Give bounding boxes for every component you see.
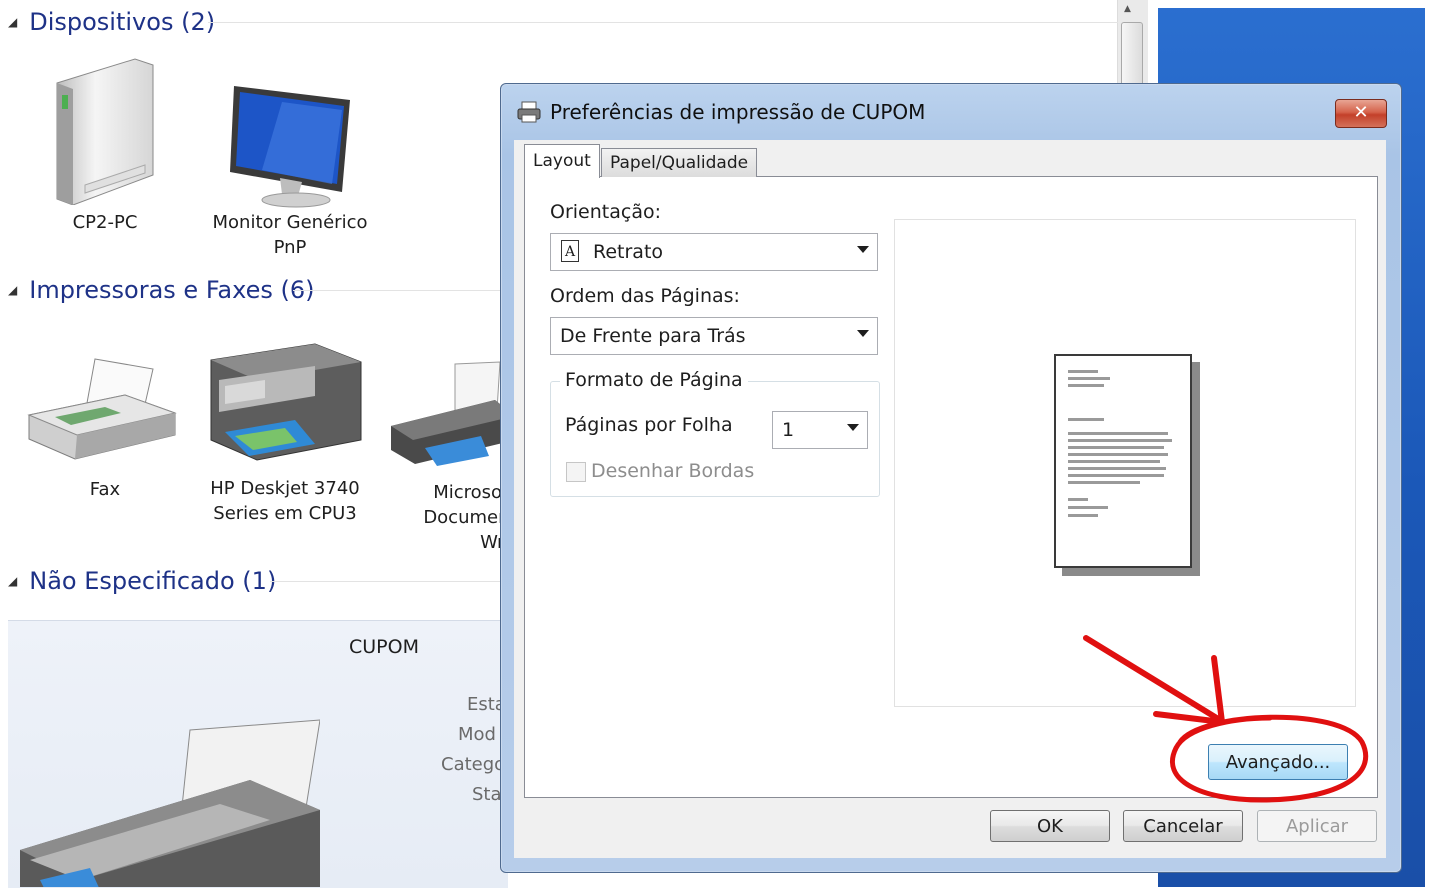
group-title: Não Especificado (1): [29, 567, 277, 595]
details-prop-model: Mod: [458, 724, 496, 745]
close-button[interactable]: ✕: [1335, 99, 1387, 128]
desktop-top-edge: [1158, 0, 1434, 8]
printer-icon: [517, 101, 541, 123]
details-prop-category: Catego: [441, 754, 506, 775]
group-divider: [208, 22, 1118, 23]
details-title: CUPOM: [349, 636, 419, 658]
chevron-down-icon: [857, 246, 869, 253]
page-order-value: De Frente para Trás: [560, 325, 746, 347]
collapse-triangle-icon[interactable]: ◢: [8, 574, 17, 588]
device-label: Fax: [89, 479, 121, 500]
chevron-down-icon: [847, 424, 859, 431]
collapse-triangle-icon[interactable]: ◢: [8, 283, 17, 297]
fax-icon: [27, 358, 177, 460]
page-order-label: Ordem das Páginas:: [550, 285, 740, 307]
close-icon: ✕: [1353, 102, 1369, 123]
group-title: Dispositivos (2): [29, 8, 216, 36]
printer-fax[interactable]: Fax: [25, 355, 185, 515]
orientation-value: Retrato: [593, 241, 664, 263]
pages-per-sheet-label: Páginas por Folha: [565, 414, 733, 436]
chevron-down-icon: [857, 330, 869, 337]
tab-paper-quality[interactable]: Papel/Qualidade: [601, 148, 758, 177]
dialog-title: Preferências de impressão de CUPOM: [550, 100, 926, 124]
device-monitor[interactable]: Monitor Genérico PnP: [210, 80, 370, 270]
pages-per-sheet-select[interactable]: 1: [772, 411, 868, 449]
printer-icon: [391, 361, 515, 466]
printer-hp-deskjet[interactable]: HP Deskjet 3740 Series em CPU3: [205, 340, 370, 530]
monitor-icon: [230, 86, 350, 208]
group-header-devices[interactable]: ◢ Dispositivos (2): [8, 8, 1118, 36]
orientation-label: Orientação:: [550, 201, 661, 223]
draw-borders-label: Desenhar Bordas: [591, 460, 755, 482]
tab-layout[interactable]: Layout: [524, 144, 600, 178]
advanced-button[interactable]: Avançado...: [1208, 744, 1348, 780]
large-printer-icon: [20, 719, 320, 887]
page-order-select[interactable]: De Frente para Trás: [550, 317, 878, 355]
apply-button[interactable]: Aplicar: [1257, 810, 1377, 842]
group-title: Impressoras e Faxes (6): [29, 276, 315, 304]
group-header-unspecified[interactable]: ◢ Não Especificado (1): [8, 567, 508, 595]
device-label: CP2-PC: [72, 212, 138, 233]
device-cp2-pc[interactable]: CP2-PC: [45, 55, 165, 255]
group-divider: [270, 581, 508, 582]
collapse-triangle-icon[interactable]: ◢: [8, 15, 17, 29]
device-label: Monitor Genérico PnP: [212, 212, 368, 258]
pages-per-sheet-value: 1: [782, 419, 795, 441]
ok-button[interactable]: OK: [990, 810, 1110, 842]
page-format-title: Formato de Página: [560, 369, 748, 391]
details-printer-image: [20, 700, 320, 887]
details-prop-status: Sta: [472, 784, 502, 805]
cancel-button[interactable]: Cancelar: [1123, 810, 1243, 842]
group-divider: [293, 290, 508, 291]
draw-borders-checkbox[interactable]: [566, 462, 586, 482]
device-label: HP Deskjet 3740 Series em CPU3: [210, 478, 360, 524]
group-header-printers[interactable]: ◢ Impressoras e Faxes (6): [8, 276, 508, 304]
orientation-select[interactable]: A Retrato: [550, 233, 878, 271]
computer-tower-icon: [56, 58, 154, 206]
scroll-up-arrow-icon[interactable]: ▲: [1124, 4, 1131, 14]
multifunction-printer-icon: [210, 343, 362, 461]
portrait-page-icon: A: [561, 240, 579, 262]
desktop-right-edge: [1425, 0, 1434, 887]
